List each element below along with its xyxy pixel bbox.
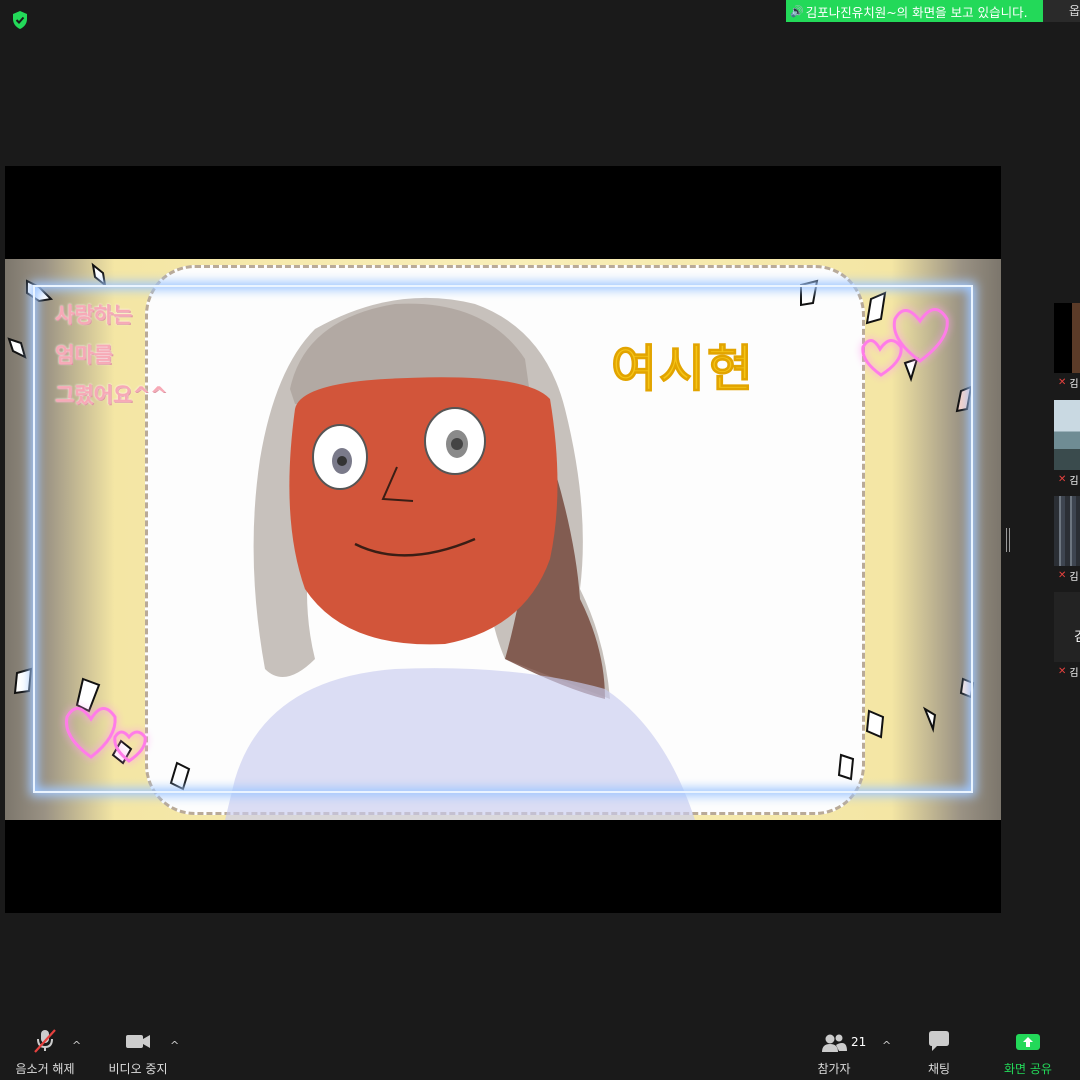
participant-video: [1054, 303, 1080, 373]
mic-muted-icon: ✕: [1058, 569, 1067, 581]
participant-name: 김: [1069, 571, 1079, 583]
unmute-label: 음소거 해제: [15, 1062, 75, 1076]
participant-label: ✕ 김: [1054, 373, 1080, 391]
share-screen-icon: [1016, 1034, 1040, 1050]
meeting-toolbar: 음소거 해제 ^ 비디오 중지 ^ 참가자 21 ^ 채팅 화면 공유: [0, 1026, 1080, 1080]
audio-options-caret-icon[interactable]: ^: [72, 1039, 81, 1052]
participant-tile[interactable]: ✕ 김: [1054, 303, 1080, 391]
video-options-caret-icon[interactable]: ^: [170, 1039, 179, 1052]
viewing-screen-text: 김포나진유치원~의 화면을 보고 있습니다.: [805, 4, 1028, 20]
neon-frame: [33, 285, 973, 793]
speaker-icon: 🔊: [790, 4, 804, 18]
caption-line-3: 그렸어요^^: [55, 383, 168, 407]
shared-slide: 사랑하는 엄마를 그렸어요^^ 여시현: [5, 259, 1001, 820]
participant-label: ✕ 김: [1054, 662, 1080, 680]
participants-count: 21: [851, 1035, 867, 1049]
participant-tile[interactable]: ✕ 김: [1054, 496, 1080, 584]
participant-video: [1054, 400, 1080, 470]
chat-bubble-icon: [929, 1031, 949, 1051]
participants-label: 참가자: [817, 1062, 851, 1076]
participant-name: 김: [1069, 378, 1079, 390]
microphone-muted-icon: [34, 1029, 56, 1053]
mic-muted-icon: ✕: [1058, 473, 1067, 485]
participants-options-caret-icon[interactable]: ^: [882, 1039, 891, 1052]
video-camera-icon: [126, 1035, 150, 1048]
mic-muted-icon: ✕: [1058, 376, 1067, 388]
participant-name: 김: [1069, 475, 1079, 487]
child-name-title: 여시현: [611, 340, 755, 399]
share-screen-label: 화면 공유: [1004, 1062, 1052, 1076]
participant-tile[interactable]: ✕ 김: [1054, 400, 1080, 488]
participant-initial: 김: [1074, 630, 1080, 645]
viewing-screen-banner: 🔊 김포나진유치원~의 화면을 보고 있습니다.: [786, 0, 1043, 22]
participant-label: ✕ 김: [1054, 470, 1080, 488]
view-options-button[interactable]: 옵: [1043, 0, 1080, 22]
stop-video-label: 비디오 중지: [108, 1062, 168, 1076]
caption-line-2: 엄마를: [55, 343, 113, 367]
shared-screen: 사랑하는 엄마를 그렸어요^^ 여시현: [5, 166, 1001, 913]
share-screen-button[interactable]: 화면 공유: [996, 1026, 1060, 1077]
slide-caption: 사랑하는 엄마를 그렸어요^^: [55, 295, 167, 415]
participant-label: ✕ 김: [1054, 566, 1080, 584]
unmute-button[interactable]: 음소거 해제: [10, 1026, 80, 1077]
participant-video: 김: [1054, 592, 1080, 662]
participant-name: 김: [1069, 667, 1079, 679]
chat-button[interactable]: 채팅: [914, 1026, 964, 1077]
stop-video-button[interactable]: 비디오 중지: [103, 1026, 173, 1077]
participants-button[interactable]: 참가자: [806, 1026, 862, 1077]
participant-tile[interactable]: 김 ✕ 김: [1054, 592, 1080, 680]
participants-icon: [822, 1034, 847, 1052]
participant-video: [1054, 496, 1080, 566]
mic-muted-icon: ✕: [1058, 665, 1067, 677]
encryption-shield-icon[interactable]: [10, 10, 30, 30]
panel-resize-handle[interactable]: [1006, 528, 1010, 552]
caption-line-1: 사랑하는: [55, 303, 133, 327]
chat-label: 채팅: [927, 1062, 951, 1076]
